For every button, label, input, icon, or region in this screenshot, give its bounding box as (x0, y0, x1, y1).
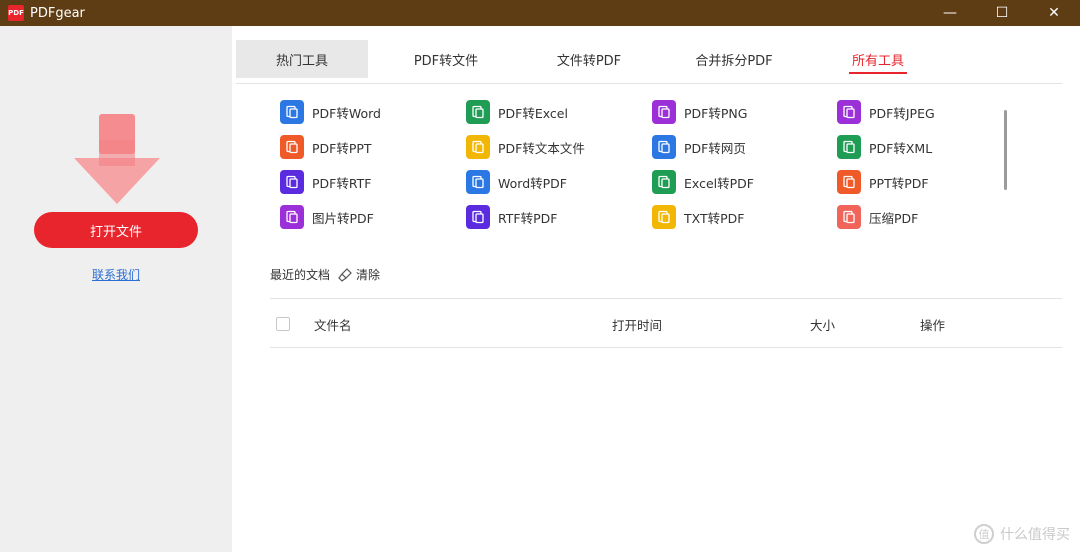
tool-label: PPT转PDF (869, 175, 929, 191)
tool-label: PDF转Word (312, 105, 381, 121)
recent-documents-header: 最近的文档 清除 (270, 266, 380, 283)
txt-to-pdf-icon (652, 205, 676, 229)
tool-label: PDF转网页 (684, 140, 746, 156)
title-bar: PDF PDFgear — ☐ ✕ (0, 0, 1080, 26)
tool-item[interactable]: 图片转PDF (280, 203, 374, 231)
download-arrow-icon (74, 114, 160, 204)
png-icon (652, 100, 676, 124)
excel-icon (466, 100, 490, 124)
tab-merge-split-pdf[interactable]: 合并拆分PDF (654, 40, 814, 78)
tool-label: PDF转Excel (498, 105, 568, 121)
tab-bar: 热门工具 PDF转文件 文件转PDF 合并拆分PDF 所有工具 (236, 40, 1062, 84)
tool-grid-scrollbar[interactable] (1004, 110, 1007, 190)
window-controls: — ☐ ✕ (924, 0, 1080, 26)
column-size[interactable]: 大小 (810, 299, 835, 349)
xml-icon (837, 135, 861, 159)
tool-label: PDF转RTF (312, 175, 372, 191)
close-button[interactable]: ✕ (1028, 0, 1080, 26)
open-file-button[interactable]: 打开文件 (34, 212, 198, 248)
tool-label: PDF转文本文件 (498, 140, 585, 156)
column-file-name[interactable]: 文件名 (314, 299, 352, 349)
tool-label: PDF转JPEG (869, 105, 935, 121)
tool-item[interactable]: PDF转Excel (466, 98, 568, 126)
tool-label: 图片转PDF (312, 210, 374, 226)
column-action: 操作 (920, 317, 946, 333)
select-all-checkbox[interactable] (276, 317, 290, 331)
word-to-pdf-icon (466, 170, 490, 194)
tool-label: Word转PDF (498, 175, 567, 191)
watermark: 值 什么值得买 (974, 524, 1070, 544)
tool-label: PDF转PNG (684, 105, 748, 121)
broom-icon (338, 267, 352, 282)
compress-icon (837, 205, 861, 229)
rtf-to-pdf-icon (466, 205, 490, 229)
app-title: PDFgear (30, 5, 85, 21)
ppt-to-pdf-icon (837, 170, 861, 194)
contact-us-link[interactable]: 联系我们 (0, 266, 232, 283)
word-icon (280, 100, 304, 124)
rtf-icon (280, 170, 304, 194)
tool-item[interactable]: PDF转PPT (280, 133, 372, 161)
recent-documents-table: 文件名 打开时间 大小 操作 (270, 298, 1062, 348)
tab-pdf-to-file[interactable]: PDF转文件 (368, 40, 524, 78)
table-header: 文件名 打开时间 大小 操作 (270, 298, 1062, 348)
tool-item[interactable]: PDF转PNG (652, 98, 747, 126)
tool-item[interactable]: PDF转网页 (652, 133, 746, 161)
clear-label: 清除 (356, 268, 381, 282)
clear-button[interactable]: 清除 (338, 266, 380, 283)
watermark-text: 什么值得买 (1000, 527, 1070, 543)
minimize-button[interactable]: — (924, 0, 976, 26)
tool-label: Excel转PDF (684, 175, 754, 191)
tool-item[interactable]: 压缩PDF (837, 203, 918, 231)
excel-to-pdf-icon (652, 170, 676, 194)
tool-item[interactable]: RTF转PDF (466, 203, 557, 231)
tool-item[interactable]: PDF转RTF (280, 168, 371, 196)
tool-label: PDF转XML (869, 140, 933, 156)
tab-all-tools[interactable]: 所有工具 (814, 40, 942, 78)
tool-label: PDF转PPT (312, 140, 372, 156)
tool-label: RTF转PDF (498, 210, 558, 226)
tool-item[interactable]: TXT转PDF (652, 203, 744, 231)
text-icon (466, 135, 490, 159)
recent-documents-title: 最近的文档 (270, 268, 331, 282)
tab-popular-tools[interactable]: 热门工具 (236, 40, 368, 78)
watermark-logo-icon: 值 (974, 524, 994, 544)
tool-item[interactable]: PDF转XML (837, 133, 932, 161)
tool-item[interactable]: PDF转JPEG (837, 98, 935, 126)
tool-label: TXT转PDF (684, 210, 745, 226)
ppt-icon (280, 135, 304, 159)
tool-item[interactable]: PPT转PDF (837, 168, 929, 196)
jpeg-icon (837, 100, 861, 124)
tool-item[interactable]: Word转PDF (466, 168, 567, 196)
app-logo-icon: PDF (8, 5, 24, 21)
sidebar: 打开文件 联系我们 (0, 26, 232, 552)
tool-item[interactable]: PDF转文本文件 (466, 133, 585, 161)
column-open-time[interactable]: 打开时间 (612, 299, 662, 349)
web-icon (652, 135, 676, 159)
tool-item[interactable]: PDF转Word (280, 98, 381, 126)
image-to-pdf-icon (280, 205, 304, 229)
maximize-button[interactable]: ☐ (976, 0, 1028, 26)
tool-label: 压缩PDF (869, 210, 919, 226)
tool-item[interactable]: Excel转PDF (652, 168, 754, 196)
main-panel: 热门工具 PDF转文件 文件转PDF 合并拆分PDF 所有工具 PDF转Word… (232, 26, 1080, 552)
tab-file-to-pdf[interactable]: 文件转PDF (524, 40, 654, 78)
